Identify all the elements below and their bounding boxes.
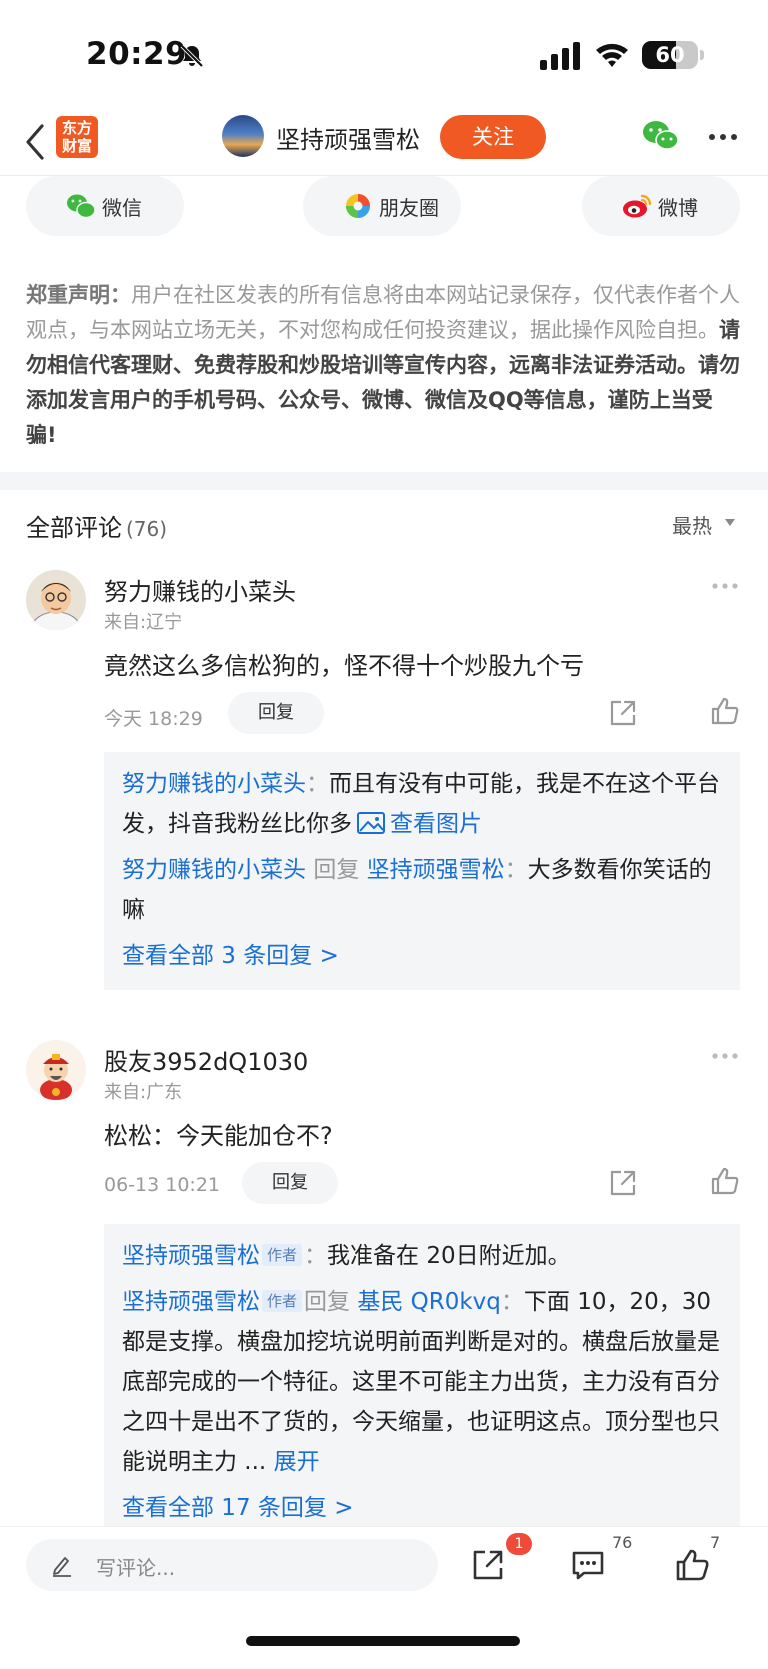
disclaimer-text: 用户在社区发表的所有信息将由本网站记录保存，仅代表作者个人观点，与本网站立场无关… (26, 283, 740, 342)
comments-count: (76) (126, 517, 168, 541)
follow-button[interactable]: 关注 (440, 115, 546, 159)
wifi-icon (596, 43, 628, 67)
comment-location: 来自:辽宁 (104, 612, 183, 633)
share-icon[interactable] (608, 1168, 638, 1198)
battery-level: 60 (655, 43, 685, 67)
reply-text: 我准备在 20日附近加。 (327, 1243, 571, 1269)
back-icon[interactable] (22, 122, 48, 162)
sort-dropdown[interactable]: 最热 (672, 510, 712, 539)
battery-tip (700, 50, 704, 60)
comment-count: 76 (612, 1533, 633, 1552)
share-weibo-button[interactable]: 微博 (582, 176, 740, 236)
comment-time: 今天 18:29 (104, 708, 203, 730)
share-icon[interactable] (608, 698, 638, 728)
share-weibo-label: 微博 (658, 196, 698, 220)
comment-time: 06-13 10:21 (104, 1174, 221, 1196)
comments-title-text: 全部评论 (26, 514, 122, 542)
more-icon[interactable] (712, 1052, 738, 1060)
app-logo[interactable]: 东方 财富 (56, 116, 98, 158)
comments-title: 全部评论 (76) (26, 508, 167, 543)
moments-icon (346, 194, 370, 218)
reply-separator: ： (304, 1243, 328, 1269)
expand-link[interactable]: 展开 (274, 1449, 320, 1475)
like-count: 7 (710, 1533, 721, 1552)
replies-box: 坚持顽强雪松 作者 ：我准备在 20日附近加。 坚持顽强雪松 作者 回复 基民 QR0k… (104, 1224, 740, 1530)
comment-text: 松松：今天能加仓不? (104, 1122, 333, 1150)
reply-word: 回复 (313, 857, 360, 883)
reply-text: 下面 10，20，30 都是支撑。横盘加挖坑说明前面判断是对的。横盘后放量是底部… (122, 1289, 720, 1475)
weibo-icon (623, 194, 652, 218)
comment-location: 来自:广东 (104, 1082, 183, 1103)
reply-author[interactable]: 努力赚钱的小菜头 (122, 857, 306, 883)
wechat-icon[interactable] (642, 120, 680, 152)
bottom-bar: 写评论... 1 76 7 (0, 1526, 768, 1669)
share-icon[interactable] (470, 1547, 506, 1583)
more-icon[interactable] (712, 582, 738, 590)
image-icon[interactable] (356, 811, 386, 835)
comment-text: 竟然这么多信松狗的，怪不得十个炒股九个亏 (104, 652, 584, 680)
avatar[interactable] (26, 1040, 86, 1100)
view-all-replies-link[interactable]: 查看全部 3 条回复 > (122, 936, 722, 976)
reply-author[interactable]: 坚持顽强雪松 (122, 1243, 260, 1269)
reply-button[interactable]: 回复 (228, 692, 324, 734)
reply-separator: ： (504, 857, 528, 883)
wechat-icon (67, 194, 96, 219)
reply-separator: ： (306, 771, 329, 797)
share-badge: 1 (506, 1533, 532, 1555)
reply-author[interactable]: 努力赚钱的小菜头 (122, 771, 306, 797)
share-moments-button[interactable]: 朋友圈 (303, 176, 461, 236)
disclaimer-label: 郑重声明： (26, 283, 131, 307)
pen-icon (53, 1557, 71, 1577)
bell-slash-icon (180, 44, 204, 68)
section-divider (0, 472, 768, 490)
author-name[interactable]: 坚持顽强雪松 (276, 120, 420, 155)
comment-icon[interactable] (570, 1547, 606, 1583)
reply-target[interactable]: 基民 QR0kvq (357, 1289, 501, 1315)
reply-word: 回复 (304, 1289, 351, 1315)
author-tag: 作者 (262, 1290, 303, 1312)
share-moments-label: 朋友圈 (379, 196, 439, 220)
like-icon[interactable] (674, 1547, 710, 1583)
comment-input[interactable]: 写评论... (26, 1539, 438, 1591)
more-icon[interactable] (708, 132, 738, 142)
share-wechat-label: 微信 (102, 196, 142, 220)
view-all-replies-link[interactable]: 查看全部 17 条回复 > (122, 1488, 722, 1528)
comment-input-placeholder: 写评论... (96, 1556, 176, 1580)
status-time: 20:29 (86, 36, 188, 72)
status-bar: 20:29 60 (0, 0, 768, 108)
author-tag: 作者 (262, 1244, 303, 1266)
avatar[interactable] (26, 570, 86, 630)
comment-author[interactable]: 股友3952dQ1030 (104, 1042, 308, 1077)
reply-item: 努力赚钱的小菜头：而且有没有中可能，我是不在这个平台发，抖音我粉丝比你多 查看图片 (122, 764, 722, 844)
reply-item: 坚持顽强雪松 作者 ：我准备在 20日附近加。 (122, 1236, 722, 1276)
like-icon[interactable] (710, 1166, 740, 1196)
share-row: 微信 朋友圈 微博 (0, 176, 768, 236)
home-indicator (246, 1636, 520, 1646)
view-image-link[interactable]: 查看图片 (390, 811, 482, 837)
nav-header: 东方 财富 坚持顽强雪松 关注 (0, 108, 768, 176)
battery-icon: 60 (642, 41, 698, 69)
reply-target[interactable]: 坚持顽强雪松 (367, 857, 505, 883)
reply-item: 坚持顽强雪松 作者 回复 基民 QR0kvq：下面 10，20，30 都是支撑。横盘… (122, 1282, 722, 1482)
author-avatar[interactable] (222, 115, 264, 157)
reply-separator: ： (500, 1289, 524, 1315)
reply-button[interactable]: 回复 (242, 1162, 338, 1204)
like-icon[interactable] (710, 696, 740, 726)
reply-author[interactable]: 坚持顽强雪松 (122, 1289, 260, 1315)
comment-author[interactable]: 努力赚钱的小菜头 (104, 572, 296, 607)
signal-icon (540, 42, 580, 70)
reply-item: 努力赚钱的小菜头 回复 坚持顽强雪松：大多数看你笑话的嘛 (122, 850, 722, 930)
share-wechat-button[interactable]: 微信 (26, 176, 184, 236)
caret-down-icon[interactable] (724, 518, 736, 528)
disclaimer: 郑重声明：用户在社区发表的所有信息将由本网站记录保存，仅代表作者个人观点，与本网… (26, 278, 742, 453)
replies-box: 努力赚钱的小菜头：而且有没有中可能，我是不在这个平台发，抖音我粉丝比你多 查看图片… (104, 752, 740, 990)
